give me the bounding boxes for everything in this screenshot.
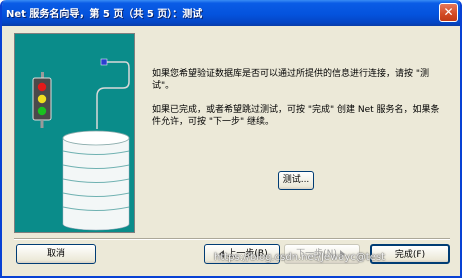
window-title: Net 服务名向导，第 5 页（共 5 页）：测试 — [6, 9, 203, 20]
test-instruction-text: 如果您希望验证数据库是否可以通过所提供的信息进行连接，请按 "测试"。 — [152, 69, 430, 91]
database-icon — [62, 130, 130, 231]
back-arrow-icon — [219, 249, 225, 258]
network-cable — [96, 61, 130, 129]
finish-instruction-text: 如果已完成，或者希望跳过测试，可按 "完成" 创建 Net 服务名，如果条件允许… — [152, 105, 440, 127]
close-button[interactable]: ✕ — [439, 3, 458, 22]
illustration-graphic — [32, 58, 130, 231]
cancel-button[interactable]: 取消 — [16, 244, 96, 264]
next-button[interactable]: 下一步(N) — [284, 244, 360, 264]
dialog-window: Net 服务名向导，第 5 页（共 5 页）：测试 ✕ 如果您希望验证数据库是否… — [0, 0, 462, 278]
title-bar[interactable]: Net 服务名向导，第 5 页（共 5 页）：测试 ✕ — [2, 0, 460, 26]
footer-separator — [14, 238, 450, 240]
wizard-illustration — [14, 33, 135, 233]
back-button[interactable]: 上一步(B) — [204, 244, 280, 264]
traffic-light-icon — [32, 72, 52, 128]
finish-button[interactable]: 完成(F) — [370, 244, 450, 264]
next-arrow-icon — [339, 249, 345, 258]
network-plug-icon — [100, 58, 108, 66]
next-button-label: 下一步(N) — [296, 249, 337, 259]
test-button[interactable]: 测试... — [278, 171, 314, 190]
back-button-label: 上一步(B) — [227, 249, 268, 259]
